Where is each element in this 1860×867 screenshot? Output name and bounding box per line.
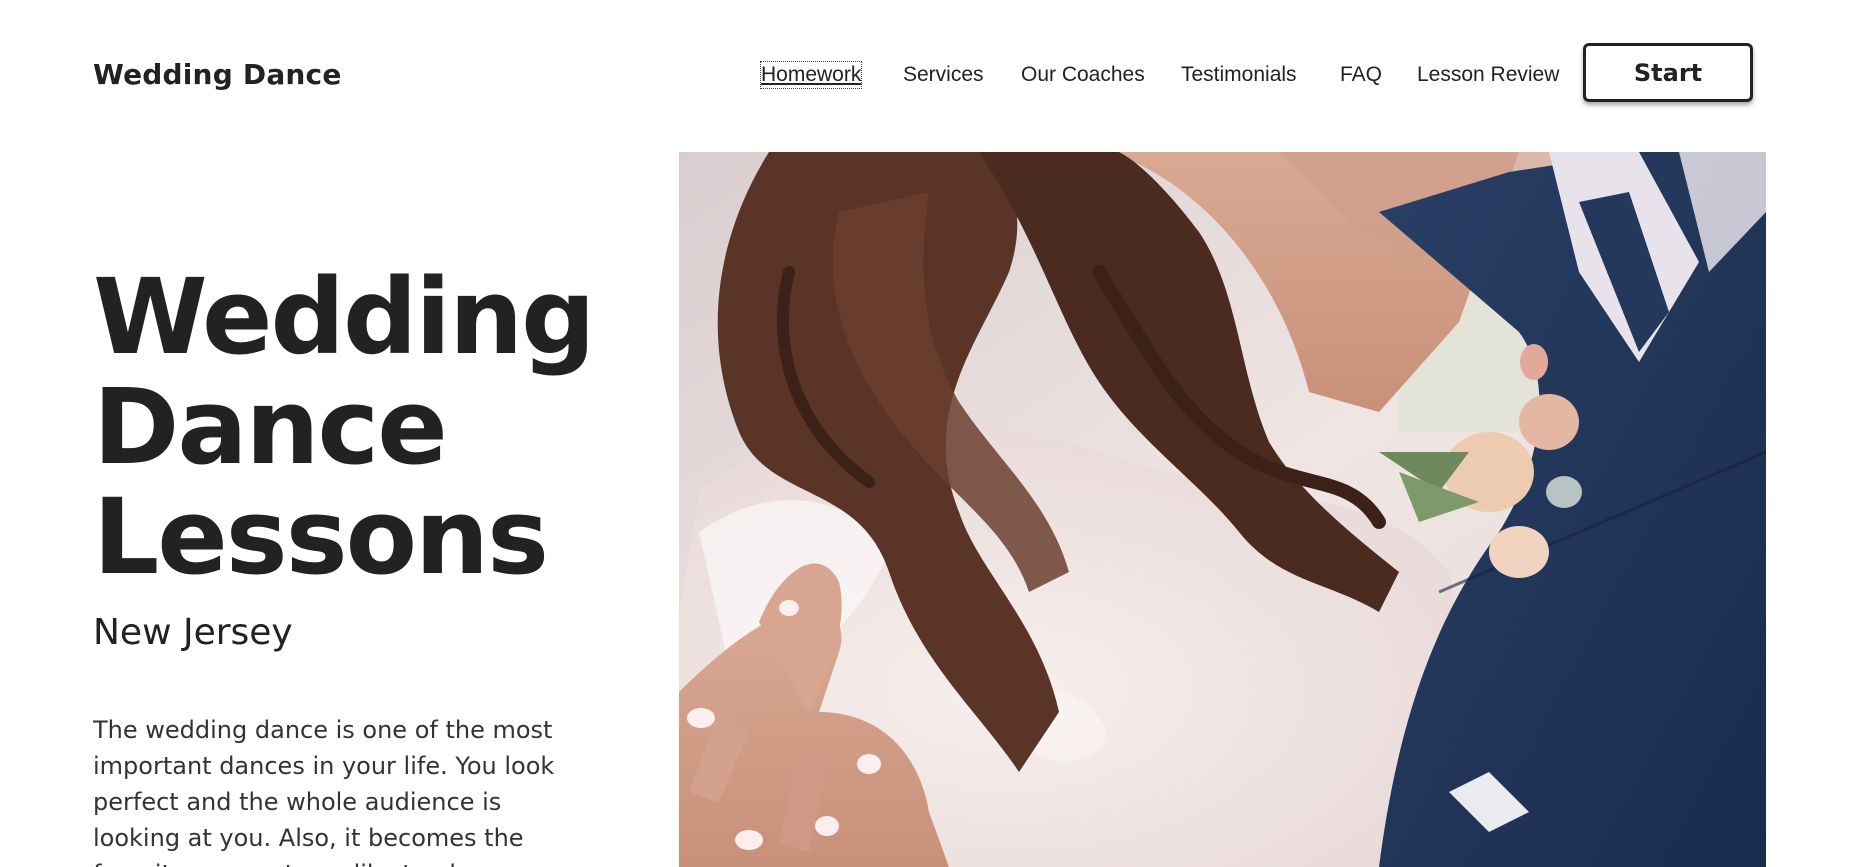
hero-title-line: Wedding [93,256,596,378]
hero-image [679,152,1766,867]
start-button[interactable]: Start [1583,43,1753,102]
nav-link-our-coaches[interactable]: Our Coaches [1021,62,1145,88]
nav-link-faq[interactable]: FAQ [1340,62,1382,88]
hero-title-line: Dance [93,366,448,488]
hero-title-line: Lessons [93,476,549,598]
site-header: Wedding Dance Homework Services Our Coac… [0,0,1860,150]
hero-intro-text: The wedding dance is one of the most imp… [93,716,555,867]
hero-subtitle: New Jersey [93,612,293,653]
nav-link-testimonials[interactable]: Testimonials [1181,62,1297,88]
main-nav: Homework Services Our Coaches Testimonia… [0,61,1860,92]
wedding-couple-photo [679,152,1766,867]
hero-title: Wedding Dance Lessons [93,256,596,598]
nav-link-lesson-review[interactable]: Lesson Review [1417,62,1559,88]
nav-link-services[interactable]: Services [903,62,984,88]
nav-link-homework[interactable]: Homework [759,61,863,89]
